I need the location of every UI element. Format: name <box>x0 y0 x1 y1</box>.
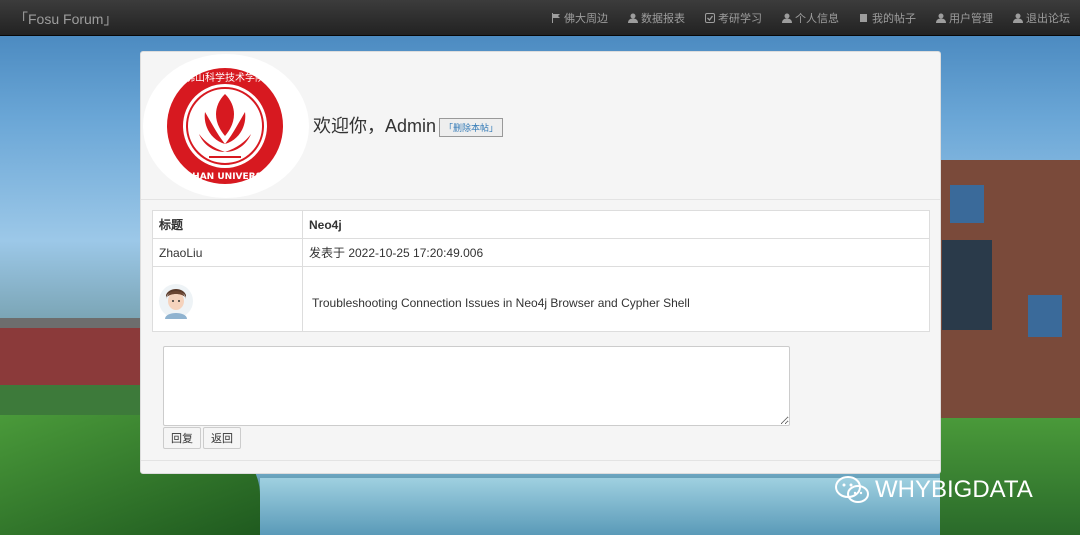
user-icon <box>782 13 792 23</box>
wechat-icon <box>835 476 869 503</box>
post-table: 标题 Neo4j ZhaoLiu 发表于 2022-10-25 17:20:49… <box>152 210 930 332</box>
watermark: WHYBIGDATA <box>835 476 1033 504</box>
post-title: Neo4j <box>302 210 930 239</box>
university-logo: 佛山科学技术学院 FOSHAN UNIVERSITY <box>143 54 309 198</box>
post-timestamp: 发表于 2022-10-25 17:20:49.006 <box>302 238 930 267</box>
post-content: Troubleshooting Connection Issues in Neo… <box>312 295 690 310</box>
watermark-text: WHYBIGDATA <box>875 476 1033 503</box>
user-icon <box>1013 13 1023 23</box>
delete-post-button[interactable]: 「删除本帖」 <box>439 117 504 137</box>
top-navbar: 「Fosu Forum」 佛大周边 数据报表 考研学习 个人信息 我的帖子 用户… <box>0 0 1080 36</box>
check-square-icon <box>705 13 715 23</box>
author-avatar-cell <box>152 266 303 332</box>
title-label: 标题 <box>152 210 303 239</box>
panel-footer <box>141 460 940 461</box>
table-row-title: 标题 Neo4j <box>152 210 930 239</box>
foshan-university-seal: 佛山科学技术学院 FOSHAN UNIVERSITY <box>167 68 283 184</box>
back-button[interactable]: 返回 <box>203 427 241 449</box>
svg-text:佛山科学技术学院: 佛山科学技术学院 <box>185 71 265 84</box>
flag-icon <box>552 13 560 23</box>
nav-item-profile[interactable]: 个人信息 <box>782 10 839 26</box>
post-author: ZhaoLiu <box>152 238 303 267</box>
svg-text:FOSHAN UNIVERSITY: FOSHAN UNIVERSITY <box>172 172 279 182</box>
post-detail-panel: 佛山科学技术学院 FOSHAN UNIVERSITY 欢迎你，Admin 「删除… <box>140 51 941 474</box>
post-content-cell: Troubleshooting Connection Issues in Neo… <box>302 266 930 332</box>
nav-item-data-report[interactable]: 数据报表 <box>628 10 685 26</box>
nav-item-logout[interactable]: 退出论坛 <box>1013 10 1070 26</box>
avatar <box>159 283 193 319</box>
nav-item-user-management[interactable]: 用户管理 <box>936 10 993 26</box>
reply-textarea[interactable] <box>163 346 790 426</box>
nav-item-fosu-surroundings[interactable]: 佛大周边 <box>551 10 608 26</box>
background-building-right <box>940 160 1080 425</box>
welcome-message: 欢迎你，Admin 「删除本帖」 <box>313 112 504 138</box>
table-row-content: Troubleshooting Connection Issues in Neo… <box>152 266 930 332</box>
panel-header: 佛山科学技术学院 FOSHAN UNIVERSITY 欢迎你，Admin 「删除… <box>141 52 940 200</box>
user-icon <box>628 13 638 23</box>
nav-menu: 佛大周边 数据报表 考研学习 个人信息 我的帖子 用户管理 退出论坛 <box>531 0 1070 36</box>
background-trees <box>0 385 140 415</box>
nav-item-exam-study[interactable]: 考研学习 <box>705 10 762 26</box>
nav-item-my-posts[interactable]: 我的帖子 <box>859 10 916 26</box>
reply-button[interactable]: 回复 <box>163 427 201 449</box>
book-icon <box>860 14 867 22</box>
welcome-text: 欢迎你，Admin <box>313 116 437 136</box>
user-icon <box>936 13 946 23</box>
brand-logo-text[interactable]: 「Fosu Forum」 <box>14 9 117 29</box>
table-row-meta: ZhaoLiu 发表于 2022-10-25 17:20:49.006 <box>152 238 930 267</box>
